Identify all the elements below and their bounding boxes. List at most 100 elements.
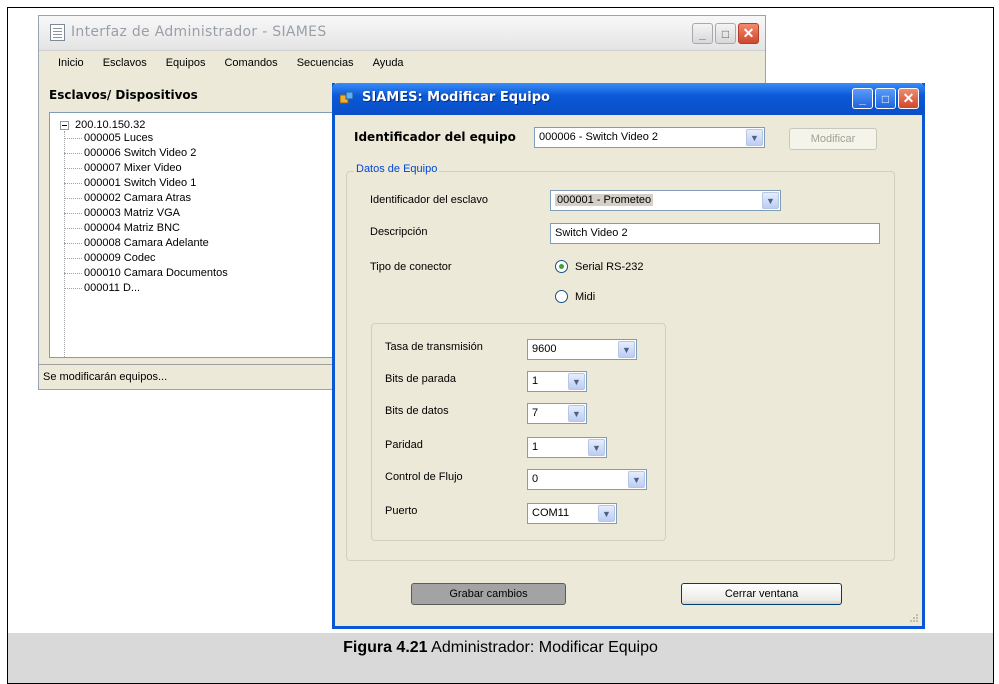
tree-item[interactable]: 000002 Camara Atras	[64, 192, 191, 204]
data-bits-value: 7	[532, 407, 539, 419]
tree-item-label: 000010 Camara Documentos	[84, 267, 228, 279]
tree-root[interactable]: 200.10.150.32	[60, 119, 145, 131]
description-value: Switch Video 2	[555, 227, 628, 239]
radio-serial-rs232[interactable]: Serial RS-232	[555, 260, 643, 273]
radio-midi[interactable]: Midi	[555, 290, 595, 303]
tree-item[interactable]: 000011 D...	[64, 282, 140, 294]
tree-root-label: 200.10.150.32	[75, 119, 146, 131]
dropdown-arrow-icon[interactable]: ▼	[598, 505, 615, 522]
maximize-button[interactable]: □	[715, 23, 736, 44]
dropdown-arrow-icon[interactable]: ▼	[568, 405, 585, 422]
modify-device-dialog: SIAMES: Modificar Equipo _ □ ✕ Identific…	[332, 83, 925, 629]
tree-item-label: 000008 Camara Adelante	[84, 237, 209, 249]
description-label: Descripción	[370, 226, 428, 238]
radio-icon	[555, 290, 568, 303]
tree-item-label: 000011 D...	[84, 282, 141, 294]
slave-id-value: 000001 - Prometeo	[555, 194, 654, 206]
baud-rate-label: Tasa de transmisión	[385, 341, 483, 353]
menu-esclavos[interactable]: Esclavos	[103, 57, 147, 69]
baud-rate-combo[interactable]: 9600 ▼	[527, 339, 637, 360]
maximize-icon: □	[721, 26, 730, 41]
main-window-title: Interfaz de Administrador - SIAMES	[71, 24, 327, 40]
app-document-icon	[50, 24, 65, 41]
maximize-icon: □	[881, 91, 890, 106]
dropdown-arrow-icon[interactable]: ▼	[588, 439, 605, 456]
port-combo[interactable]: COM11 ▼	[527, 503, 617, 524]
save-changes-button[interactable]: Grabar cambios	[411, 583, 566, 605]
dropdown-arrow-icon[interactable]: ▼	[568, 373, 585, 390]
flow-control-value: 0	[532, 473, 539, 485]
menu-secuencias[interactable]: Secuencias	[297, 57, 354, 69]
stop-bits-combo[interactable]: 1 ▼	[527, 371, 587, 392]
menu-comandos[interactable]: Comandos	[224, 57, 277, 69]
dialog-title: SIAMES: Modificar Equipo	[362, 90, 550, 105]
tree-item-label: 000004 Matriz BNC	[84, 222, 180, 234]
dropdown-arrow-icon[interactable]: ▼	[762, 192, 779, 209]
tree-collapse-icon[interactable]	[60, 120, 69, 130]
device-tree[interactable]: 200.10.150.32 000005 Luces 000006 Switch…	[49, 112, 341, 358]
close-button[interactable]: ✕	[738, 23, 759, 44]
resize-grip-icon[interactable]	[909, 613, 919, 623]
radio-icon	[555, 260, 568, 273]
parity-label: Paridad	[385, 439, 423, 451]
tree-item-label: 000001 Switch Video 1	[84, 177, 197, 189]
data-bits-label: Bits de datos	[385, 405, 449, 417]
tree-item[interactable]: 000001 Switch Video 1	[64, 177, 196, 189]
close-window-button[interactable]: Cerrar ventana	[681, 583, 842, 605]
dialog-minimize-button[interactable]: _	[852, 88, 873, 109]
tree-item-label: 000007 Mixer Video	[84, 162, 182, 174]
main-title-bar[interactable]: Interfaz de Administrador - SIAMES _ □ ✕	[39, 16, 765, 51]
figure-caption-text: Administrador: Modificar Equipo	[427, 639, 658, 656]
modify-button[interactable]: Modificar	[789, 128, 877, 150]
pane-title: Esclavos/ Dispositivos	[49, 88, 198, 102]
dropdown-arrow-icon[interactable]: ▼	[628, 471, 645, 488]
tree-item-label: 000006 Switch Video 2	[84, 147, 197, 159]
menu-bar: Inicio Esclavos Equipos Comandos Secuenc…	[39, 51, 765, 75]
tree-item[interactable]: 000005 Luces	[64, 132, 153, 144]
tree-item[interactable]: 000006 Switch Video 2	[64, 147, 196, 159]
menu-ayuda[interactable]: Ayuda	[373, 57, 404, 69]
tree-item-label: 000005 Luces	[84, 132, 154, 144]
device-id-combo[interactable]: 000006 - Switch Video 2 ▼	[534, 127, 765, 148]
data-bits-combo[interactable]: 7 ▼	[527, 403, 587, 424]
dialog-maximize-button[interactable]: □	[875, 88, 896, 109]
menu-equipos[interactable]: Equipos	[166, 57, 206, 69]
parity-value: 1	[532, 441, 539, 453]
tree-item[interactable]: 000009 Codec	[64, 252, 156, 264]
tree-item[interactable]: 000003 Matriz VGA	[64, 207, 180, 219]
figure-caption: Figura 4.21 Administrador: Modificar Equ…	[7, 633, 994, 684]
tree-item-label: 000002 Camara Atras	[84, 192, 192, 204]
status-text: Se modificarán equipos...	[43, 371, 168, 383]
tree-item[interactable]: 000010 Camara Documentos	[64, 267, 228, 279]
tree-item[interactable]: 000007 Mixer Video	[64, 162, 182, 174]
minimize-button[interactable]: _	[692, 23, 713, 44]
tree-item[interactable]: 000008 Camara Adelante	[64, 237, 209, 249]
dialog-title-bar[interactable]: SIAMES: Modificar Equipo _ □ ✕	[332, 83, 925, 115]
minimize-icon: _	[859, 91, 866, 106]
port-value: COM11	[532, 507, 570, 519]
baud-rate-value: 9600	[532, 343, 557, 355]
slave-id-label: Identificador del esclavo	[370, 194, 489, 206]
menu-inicio[interactable]: Inicio	[58, 57, 84, 69]
siames-app-icon	[340, 92, 354, 104]
close-icon: ✕	[902, 90, 915, 106]
minimize-icon: _	[699, 26, 706, 41]
tree-item-label: 000009 Codec	[84, 252, 156, 264]
radio-midi-label: Midi	[575, 290, 596, 303]
parity-combo[interactable]: 1 ▼	[527, 437, 607, 458]
device-id-label: Identificador del equipo	[354, 130, 516, 144]
device-id-value: 000006 - Switch Video 2	[539, 131, 659, 143]
connector-type-label: Tipo de conector	[370, 261, 452, 273]
tree-item[interactable]: 000004 Matriz BNC	[64, 222, 180, 234]
dropdown-arrow-icon[interactable]: ▼	[618, 341, 635, 358]
close-icon: ✕	[742, 25, 755, 41]
description-input[interactable]: Switch Video 2	[550, 223, 880, 244]
flow-control-combo[interactable]: 0 ▼	[527, 469, 647, 490]
dropdown-arrow-icon[interactable]: ▼	[746, 129, 763, 146]
tree-item-label: 000003 Matriz VGA	[84, 207, 180, 219]
stop-bits-value: 1	[532, 375, 539, 387]
device-data-group-title: Datos de Equipo	[354, 163, 440, 175]
port-label: Puerto	[385, 505, 418, 517]
slave-id-combo[interactable]: 000001 - Prometeo ▼	[550, 190, 781, 211]
dialog-close-button[interactable]: ✕	[898, 88, 919, 109]
